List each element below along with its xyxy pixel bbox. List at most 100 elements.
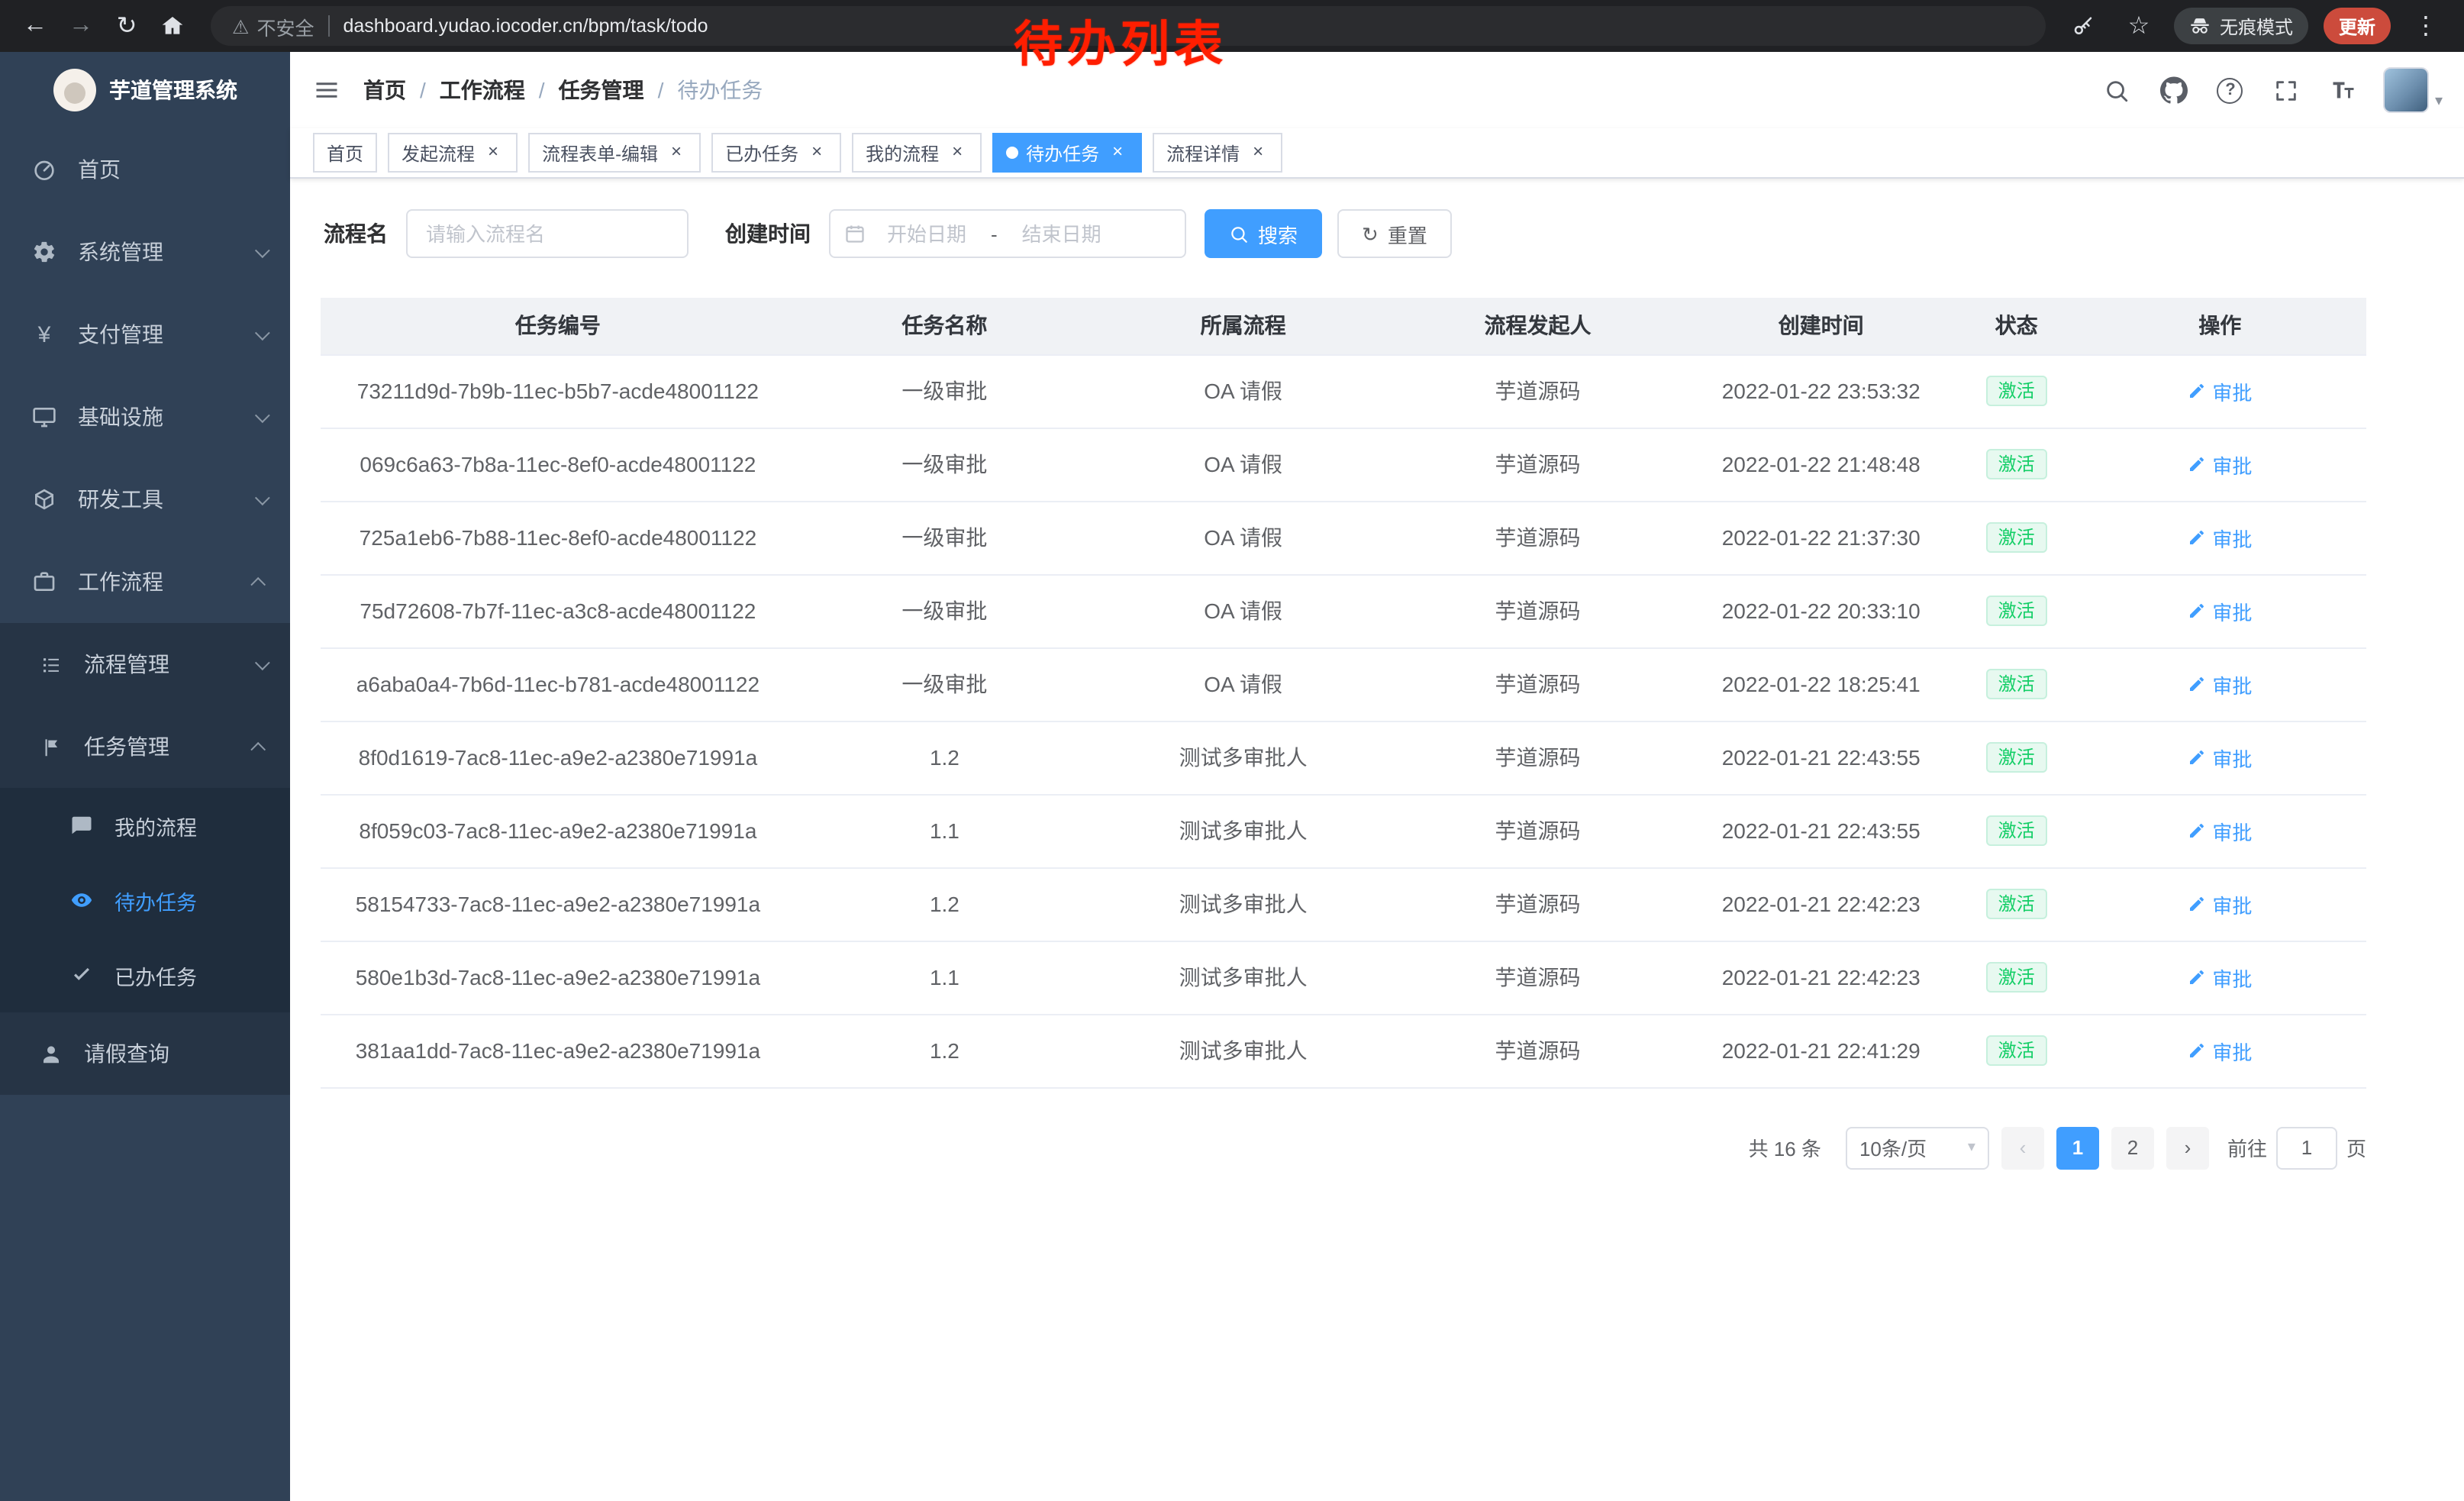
yen-icon: ¥ bbox=[31, 321, 58, 348]
hamburger-icon[interactable] bbox=[290, 52, 363, 128]
goto-page-input[interactable] bbox=[2276, 1126, 2337, 1169]
close-icon[interactable]: × bbox=[806, 142, 827, 163]
sidebar-item-payment-management[interactable]: ¥ 支付管理 bbox=[0, 293, 290, 376]
user-menu[interactable]: ▾ bbox=[2383, 67, 2443, 113]
tab-label: 待办任务 bbox=[1026, 140, 1099, 166]
sidebar-item-home[interactable]: 首页 bbox=[0, 128, 290, 211]
table-row: 73211d9d-7b9b-11ec-b5b7-acde48001122 一级审… bbox=[321, 354, 2366, 428]
search-icon bbox=[1229, 224, 1249, 244]
key-icon[interactable] bbox=[2064, 6, 2104, 46]
tab-my-process[interactable]: 我的流程 × bbox=[852, 133, 982, 173]
process-name-label: 流程名 bbox=[324, 218, 388, 249]
sidebar-item-task-management[interactable]: 任务管理 bbox=[0, 705, 290, 788]
sidebar-item-label: 首页 bbox=[78, 154, 266, 185]
tab-label: 我的流程 bbox=[866, 140, 939, 166]
tab-todo-tasks[interactable]: 待办任务 × bbox=[992, 133, 1142, 173]
reset-button[interactable]: ↻ 重置 bbox=[1337, 209, 1452, 258]
fullscreen-icon[interactable] bbox=[2270, 73, 2304, 107]
approve-link[interactable]: 审批 bbox=[2188, 670, 2252, 699]
table-row: 8f0d1619-7ac8-11ec-a9e2-a2380e71991a 1.2… bbox=[321, 721, 2366, 794]
edit-icon bbox=[2188, 968, 2206, 986]
tab-done-tasks[interactable]: 已办任务 × bbox=[711, 133, 841, 173]
edit-icon bbox=[2188, 528, 2206, 547]
tab-home[interactable]: 首页 bbox=[313, 133, 377, 173]
sidebar-item-label: 支付管理 bbox=[78, 319, 255, 350]
sidebar-item-process-management[interactable]: 流程管理 bbox=[0, 623, 290, 705]
breadcrumb-separator: / bbox=[658, 78, 664, 102]
cell-status: 激活 bbox=[1959, 647, 2074, 721]
prev-page-button[interactable]: ‹ bbox=[2001, 1126, 2044, 1169]
end-date-input[interactable] bbox=[1007, 222, 1117, 245]
cell-starter: 芋道源码 bbox=[1392, 354, 1683, 428]
approve-link[interactable]: 审批 bbox=[2188, 816, 2252, 845]
search-icon[interactable] bbox=[2101, 73, 2134, 107]
sidebar-item-system-management[interactable]: 系统管理 bbox=[0, 211, 290, 293]
browser-window: ← → ↻ ⚠ 不安全 dashboard.yudao.iocoder.cn/b… bbox=[0, 0, 2464, 1501]
app-body: 芋道管理系统 首页 系统管理 ¥ 支付管理 bbox=[0, 52, 2464, 1501]
table-header-row: 任务编号 任务名称 所属流程 流程发起人 创建时间 状态 操作 bbox=[321, 298, 2366, 354]
cell-task-id: 75d72608-7b7f-11ec-a3c8-acde48001122 bbox=[321, 574, 795, 647]
refresh-icon: ↻ bbox=[1362, 224, 1379, 244]
workflow-submenu: 流程管理 任务管理 我的流程 bbox=[0, 623, 290, 1095]
cell-task-id: 73211d9d-7b9b-11ec-b5b7-acde48001122 bbox=[321, 354, 795, 428]
breadcrumb-workflow[interactable]: 工作流程 bbox=[440, 75, 525, 105]
forward-icon[interactable]: → bbox=[61, 6, 101, 46]
status-badge: 激活 bbox=[1986, 742, 2047, 773]
approve-link[interactable]: 审批 bbox=[2188, 376, 2252, 405]
status-badge: 激活 bbox=[1986, 376, 2047, 406]
sidebar-item-infrastructure[interactable]: 基础设施 bbox=[0, 376, 290, 458]
update-button[interactable]: 更新 bbox=[2324, 8, 2391, 44]
close-icon[interactable]: × bbox=[666, 142, 687, 163]
font-size-icon[interactable] bbox=[2327, 73, 2360, 107]
breadcrumb-task-management[interactable]: 任务管理 bbox=[559, 75, 644, 105]
caret-down-icon: ▾ bbox=[1968, 1139, 1975, 1156]
sidebar-item-dev-tools[interactable]: 研发工具 bbox=[0, 458, 290, 541]
breadcrumb-home[interactable]: 首页 bbox=[363, 75, 406, 105]
reload-icon[interactable]: ↻ bbox=[107, 6, 147, 46]
start-date-input[interactable] bbox=[872, 222, 982, 245]
sidebar-item-workflow[interactable]: 工作流程 bbox=[0, 541, 290, 623]
total-count: 共 16 条 bbox=[1749, 1133, 1821, 1162]
cell-status: 激活 bbox=[1959, 794, 2074, 867]
calendar-icon bbox=[844, 223, 866, 244]
process-name-input[interactable] bbox=[406, 209, 689, 258]
close-icon[interactable]: × bbox=[1107, 142, 1128, 163]
app-logo[interactable]: 芋道管理系统 bbox=[0, 52, 290, 128]
chevron-down-icon bbox=[255, 324, 270, 340]
tab-process-form-edit[interactable]: 流程表单-编辑 × bbox=[528, 133, 701, 173]
home-icon[interactable] bbox=[153, 6, 192, 46]
approve-link[interactable]: 审批 bbox=[2188, 450, 2252, 479]
search-button[interactable]: 搜索 bbox=[1205, 209, 1322, 258]
page-button-1[interactable]: 1 bbox=[2056, 1126, 2099, 1169]
chat-icon bbox=[67, 812, 95, 839]
approve-link[interactable]: 审批 bbox=[2188, 596, 2252, 625]
menu-dots-icon[interactable]: ⋮ bbox=[2406, 6, 2446, 46]
page-size-select[interactable]: 10条/页 ▾ bbox=[1846, 1126, 1989, 1169]
github-icon[interactable] bbox=[2157, 73, 2191, 107]
sidebar-item-todo-tasks[interactable]: 待办任务 bbox=[0, 863, 290, 938]
sidebar-item-done-tasks[interactable]: 已办任务 bbox=[0, 938, 290, 1012]
page-button-2[interactable]: 2 bbox=[2111, 1126, 2154, 1169]
approve-link[interactable]: 审批 bbox=[2188, 1036, 2252, 1065]
tab-process-detail[interactable]: 流程详情 × bbox=[1153, 133, 1282, 173]
next-page-button[interactable]: › bbox=[2166, 1126, 2209, 1169]
cell-task-id: 725a1eb6-7b88-11ec-8ef0-acde48001122 bbox=[321, 501, 795, 574]
close-icon[interactable]: × bbox=[1247, 142, 1269, 163]
bookmark-star-icon[interactable]: ☆ bbox=[2119, 6, 2159, 46]
cell-status: 激活 bbox=[1959, 941, 2074, 1014]
tab-initiate-process[interactable]: 发起流程 × bbox=[388, 133, 518, 173]
date-range-picker[interactable]: - bbox=[829, 209, 1186, 258]
close-icon[interactable]: × bbox=[947, 142, 968, 163]
close-icon[interactable]: × bbox=[482, 142, 504, 163]
security-warning[interactable]: ⚠ 不安全 bbox=[232, 11, 314, 40]
help-icon[interactable]: ? bbox=[2214, 73, 2247, 107]
approve-link[interactable]: 审批 bbox=[2188, 523, 2252, 552]
approve-link[interactable]: 审批 bbox=[2188, 963, 2252, 992]
approve-link[interactable]: 审批 bbox=[2188, 889, 2252, 918]
approve-link[interactable]: 审批 bbox=[2188, 743, 2252, 772]
sidebar-item-my-process[interactable]: 我的流程 bbox=[0, 788, 290, 863]
briefcase-icon bbox=[31, 568, 58, 596]
back-icon[interactable]: ← bbox=[15, 6, 55, 46]
avatar[interactable] bbox=[2383, 67, 2429, 113]
sidebar-item-leave-query[interactable]: 请假查询 bbox=[0, 1012, 290, 1095]
